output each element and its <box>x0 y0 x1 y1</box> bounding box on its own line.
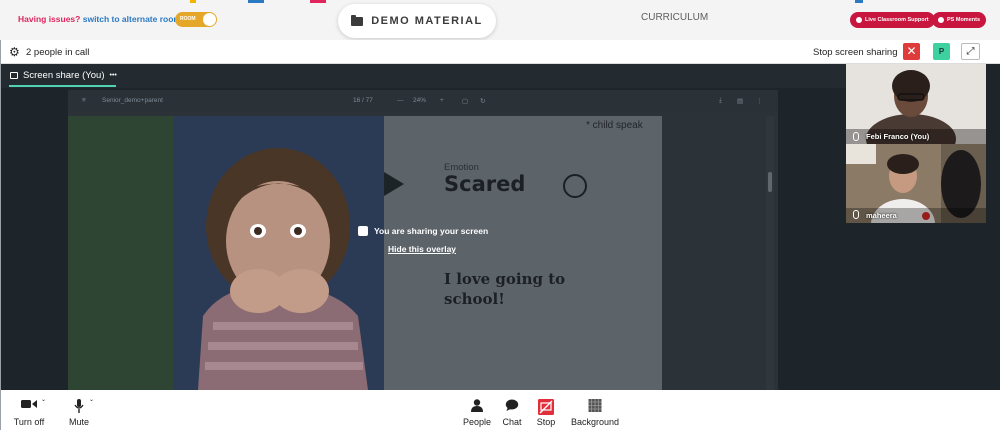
ps-moments-label: PS Moments <box>947 17 981 23</box>
tab-label: Screen share (You) <box>23 70 105 81</box>
participant-tile[interactable]: maheera <box>846 144 986 223</box>
stop-sharing-button[interactable]: ✕ <box>903 43 920 60</box>
curriculum-link[interactable]: CURRICULUM <box>641 12 708 23</box>
chevron-down-icon[interactable]: ⌄ <box>89 396 94 403</box>
chat-label: Chat <box>502 417 522 427</box>
stop-label: Stop <box>536 417 556 427</box>
issues-question: Having issues? <box>18 14 81 24</box>
ps-moments-button[interactable]: PS Moments <box>932 12 987 28</box>
slide-title: Scared <box>444 172 526 196</box>
hide-overlay-link[interactable]: Hide this overlay <box>388 244 456 254</box>
participant-name: Febi Franco (You) <box>866 132 930 141</box>
room-toggle[interactable]: ROOM <box>175 12 217 27</box>
sharing-message: You are sharing your screen <box>374 226 489 236</box>
kebab-icon: ⋮ <box>756 98 763 105</box>
background-grid-icon <box>588 399 602 412</box>
mute-label: Mute <box>68 417 89 427</box>
pdf-scroll-thumb[interactable] <box>768 172 772 192</box>
decor-stripe <box>190 0 196 3</box>
gear-icon[interactable]: ⚙ <box>9 45 20 59</box>
slide-child-speak: * child speak <box>586 120 643 131</box>
chat-bubble-icon <box>505 399 519 411</box>
person-icon <box>471 399 483 412</box>
sharing-overlay: You are sharing your screen <box>358 226 488 236</box>
zoom-out-icon: — <box>397 97 404 104</box>
participant-name: maheera <box>866 211 897 220</box>
pdf-zoom: 24% <box>413 97 427 104</box>
people-count: 2 people in call <box>26 47 90 58</box>
rotate-icon: ↻ <box>480 98 486 105</box>
background-label: Background <box>570 417 620 427</box>
top-bar: Having issues? switch to alternate room … <box>0 0 1000 40</box>
call-header: ⚙ 2 people in call Stop screen sharing ✕… <box>1 40 1000 64</box>
slide-sentence: I love going to school! <box>444 270 566 308</box>
expand-icon[interactable]: ⤢ <box>961 43 980 60</box>
mute-button[interactable]: ⌄ Mute <box>59 390 99 430</box>
camera-button[interactable]: ⌄ Turn off <box>9 390 49 430</box>
issues-notice: Having issues? switch to alternate room <box>18 14 181 24</box>
demo-material-button[interactable]: DEMO MATERIAL <box>338 4 496 38</box>
presenter-badge[interactable]: P <box>933 43 950 60</box>
live-support-button[interactable]: Live Classroom Support <box>850 12 935 28</box>
microphone-icon <box>74 399 84 413</box>
close-icon: ✕ <box>906 44 917 58</box>
background-button[interactable]: Background <box>567 390 623 430</box>
more-icon[interactable]: ••• <box>110 72 117 79</box>
camera-label: Turn off <box>13 417 45 427</box>
video-camera-icon <box>21 400 37 408</box>
chat-button[interactable]: Chat <box>498 390 526 430</box>
people-button[interactable]: People <box>459 390 495 430</box>
camera-icon <box>938 17 944 23</box>
folder-icon <box>351 14 364 26</box>
participant-tile[interactable]: Febi Franco (You) <box>846 64 986 144</box>
stop-sharing-label: Stop screen sharing <box>813 47 898 58</box>
stop-share-icon <box>538 399 554 415</box>
slide-pointer <box>384 172 404 196</box>
video-call: ⚙ 2 people in call Stop screen sharing ✕… <box>0 40 1000 430</box>
fit-page-icon: ▢ <box>462 98 469 105</box>
tab-screen-share[interactable]: Screen share (You) ••• <box>10 70 117 81</box>
info-icon <box>856 17 862 23</box>
pdf-scrollbar[interactable] <box>766 116 774 390</box>
download-icon: ⤓ <box>719 97 722 104</box>
decor-stripe <box>855 0 863 3</box>
decor-stripe <box>248 0 264 3</box>
scared-girl-illustration <box>173 116 384 390</box>
people-label: People <box>462 417 492 427</box>
upload-icon <box>358 226 368 236</box>
scared-girl-photo <box>173 116 384 390</box>
pdf-toolbar: ≡ Senior_demo+parent 16 / 77 — 24% + ▢ ↻… <box>68 90 778 112</box>
zoom-in-icon: + <box>440 97 444 104</box>
mic-icon <box>853 132 859 141</box>
room-toggle-label: ROOM <box>180 16 196 22</box>
pdf-page-indicator: 16 / 77 <box>353 97 373 104</box>
stop-share-button[interactable]: Stop <box>531 390 561 430</box>
pdf-filename: Senior_demo+parent <box>102 97 163 104</box>
toggle-knob <box>203 13 216 26</box>
decor-stripe <box>310 0 326 3</box>
mic-icon <box>853 210 859 219</box>
slide-left-strip <box>68 116 173 390</box>
chevron-down-icon[interactable]: ⌄ <box>41 396 46 403</box>
screen-share-stage: Screen share (You) ••• ≡ Senior_demo+par… <box>1 64 1000 390</box>
alternate-room-link[interactable]: switch to alternate room <box>83 14 181 24</box>
screen-icon <box>10 72 18 79</box>
print-icon: ▤ <box>737 98 744 105</box>
demo-material-label: DEMO MATERIAL <box>371 15 483 27</box>
live-support-label: Live Classroom Support <box>865 17 929 23</box>
emblem-icon <box>563 174 587 198</box>
call-controls: ⌄ Turn off ⌄ Mute People Chat Stop Backg… <box>1 390 1000 430</box>
tab-row: Screen share (You) ••• <box>1 64 846 88</box>
tab-underline <box>9 85 116 87</box>
menu-icon: ≡ <box>82 97 86 104</box>
